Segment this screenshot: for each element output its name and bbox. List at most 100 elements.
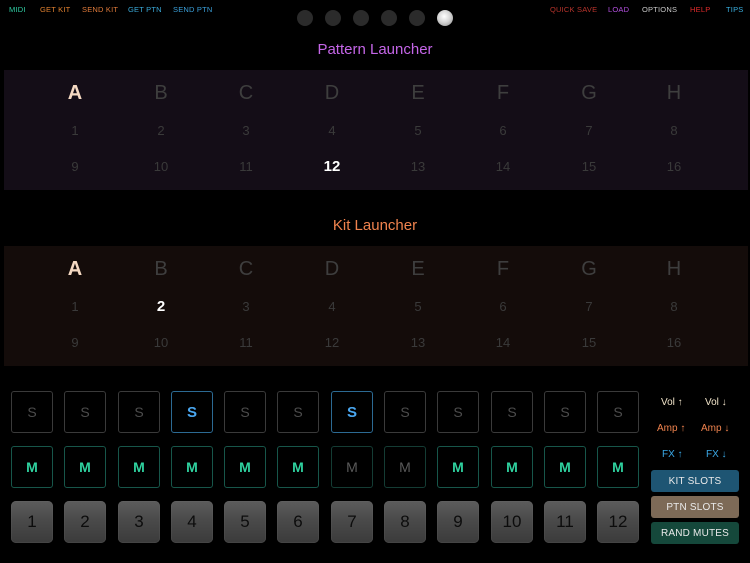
midi-button[interactable]: MIDI <box>9 5 26 14</box>
pattern-slot-12[interactable]: 12 <box>312 158 352 175</box>
solo-button-6[interactable]: S <box>277 391 319 433</box>
kit-slot-4[interactable]: 4 <box>312 299 352 314</box>
kit-bank-g[interactable]: G <box>569 258 609 281</box>
pattern-slot-7[interactable]: 7 <box>569 123 609 138</box>
send-kit-button[interactable]: SEND KIT <box>82 5 118 14</box>
kit-slot-6[interactable]: 6 <box>483 299 523 314</box>
pattern-slot-16[interactable]: 16 <box>654 159 694 174</box>
pattern-slot-8[interactable]: 8 <box>654 123 694 138</box>
track-button-4[interactable]: 4 <box>171 501 213 543</box>
track-button-11[interactable]: 11 <box>544 501 586 543</box>
kit-bank-a[interactable]: A <box>55 258 95 281</box>
pattern-slot-13[interactable]: 13 <box>398 159 438 174</box>
solo-button-9[interactable]: S <box>437 391 479 433</box>
mute-button-9[interactable]: M <box>437 446 479 488</box>
kit-bank-e[interactable]: E <box>398 258 438 281</box>
kit-slot-7[interactable]: 7 <box>569 299 609 314</box>
pattern-slot-10[interactable]: 10 <box>141 159 181 174</box>
kit-slot-2[interactable]: 2 <box>141 298 181 315</box>
tips-button[interactable]: TIPS <box>726 5 743 14</box>
page-dot[interactable] <box>409 10 425 26</box>
track-button-5[interactable]: 5 <box>224 501 266 543</box>
ptn-slots-button[interactable]: PTN SLOTS <box>651 496 739 518</box>
send-ptn-button[interactable]: SEND PTN <box>173 5 213 14</box>
track-button-2[interactable]: 2 <box>64 501 106 543</box>
amp-up-button[interactable]: Amp ↑ <box>657 423 685 434</box>
kit-slot-16[interactable]: 16 <box>654 335 694 350</box>
kit-slot-15[interactable]: 15 <box>569 335 609 350</box>
mute-button-5[interactable]: M <box>224 446 266 488</box>
pattern-slot-1[interactable]: 1 <box>55 123 95 138</box>
pattern-bank-h[interactable]: H <box>654 82 694 105</box>
page-dot[interactable] <box>381 10 397 26</box>
solo-button-11[interactable]: S <box>544 391 586 433</box>
track-button-3[interactable]: 3 <box>118 501 160 543</box>
solo-button-4[interactable]: S <box>171 391 213 433</box>
get-ptn-button[interactable]: GET PTN <box>128 5 162 14</box>
page-dot[interactable] <box>297 10 313 26</box>
solo-button-12[interactable]: S <box>597 391 639 433</box>
kit-slot-12[interactable]: 12 <box>312 335 352 350</box>
track-button-9[interactable]: 9 <box>437 501 479 543</box>
pattern-slot-6[interactable]: 6 <box>483 123 523 138</box>
solo-button-8[interactable]: S <box>384 391 426 433</box>
page-dot[interactable] <box>325 10 341 26</box>
pattern-slot-3[interactable]: 3 <box>226 123 266 138</box>
solo-button-10[interactable]: S <box>491 391 533 433</box>
kit-slot-11[interactable]: 11 <box>226 335 266 350</box>
kit-slot-10[interactable]: 10 <box>141 335 181 350</box>
kit-slots-button[interactable]: KIT SLOTS <box>651 470 739 492</box>
help-button[interactable]: HELP <box>690 5 710 14</box>
get-kit-button[interactable]: GET KIT <box>40 5 70 14</box>
pattern-bank-c[interactable]: C <box>226 82 266 105</box>
page-dot[interactable] <box>437 10 453 26</box>
track-button-7[interactable]: 7 <box>331 501 373 543</box>
mute-button-6[interactable]: M <box>277 446 319 488</box>
track-button-10[interactable]: 10 <box>491 501 533 543</box>
kit-bank-b[interactable]: B <box>141 258 181 281</box>
page-dot[interactable] <box>353 10 369 26</box>
vol-up-button[interactable]: Vol ↑ <box>661 397 683 408</box>
options-button[interactable]: OPTIONS <box>642 5 677 14</box>
pattern-bank-b[interactable]: B <box>141 82 181 105</box>
vol-down-button[interactable]: Vol ↓ <box>705 397 727 408</box>
kit-bank-f[interactable]: F <box>483 258 523 281</box>
solo-button-3[interactable]: S <box>118 391 160 433</box>
mute-button-1[interactable]: M <box>11 446 53 488</box>
kit-slot-14[interactable]: 14 <box>483 335 523 350</box>
pattern-slot-5[interactable]: 5 <box>398 123 438 138</box>
solo-button-7[interactable]: S <box>331 391 373 433</box>
kit-slot-8[interactable]: 8 <box>654 299 694 314</box>
mute-button-8[interactable]: M <box>384 446 426 488</box>
track-button-12[interactable]: 12 <box>597 501 639 543</box>
pattern-slot-15[interactable]: 15 <box>569 159 609 174</box>
amp-down-button[interactable]: Amp ↓ <box>701 423 729 434</box>
solo-button-5[interactable]: S <box>224 391 266 433</box>
solo-button-2[interactable]: S <box>64 391 106 433</box>
pattern-slot-14[interactable]: 14 <box>483 159 523 174</box>
mute-button-3[interactable]: M <box>118 446 160 488</box>
pattern-slot-4[interactable]: 4 <box>312 123 352 138</box>
mute-button-7[interactable]: M <box>331 446 373 488</box>
kit-slot-3[interactable]: 3 <box>226 299 266 314</box>
kit-slot-5[interactable]: 5 <box>398 299 438 314</box>
track-button-8[interactable]: 8 <box>384 501 426 543</box>
solo-button-1[interactable]: S <box>11 391 53 433</box>
kit-bank-d[interactable]: D <box>312 258 352 281</box>
kit-bank-c[interactable]: C <box>226 258 266 281</box>
fx-up-button[interactable]: FX ↑ <box>662 449 683 460</box>
pattern-slot-11[interactable]: 11 <box>226 159 266 174</box>
track-button-6[interactable]: 6 <box>277 501 319 543</box>
fx-down-button[interactable]: FX ↓ <box>706 449 727 460</box>
pattern-slot-9[interactable]: 9 <box>55 159 95 174</box>
mute-button-12[interactable]: M <box>597 446 639 488</box>
mute-button-10[interactable]: M <box>491 446 533 488</box>
mute-button-2[interactable]: M <box>64 446 106 488</box>
kit-slot-13[interactable]: 13 <box>398 335 438 350</box>
kit-slot-9[interactable]: 9 <box>55 335 95 350</box>
pattern-bank-d[interactable]: D <box>312 82 352 105</box>
rand-mutes-button[interactable]: RAND MUTES <box>651 522 739 544</box>
kit-slot-1[interactable]: 1 <box>55 299 95 314</box>
load-button[interactable]: LOAD <box>608 5 629 14</box>
track-button-1[interactable]: 1 <box>11 501 53 543</box>
